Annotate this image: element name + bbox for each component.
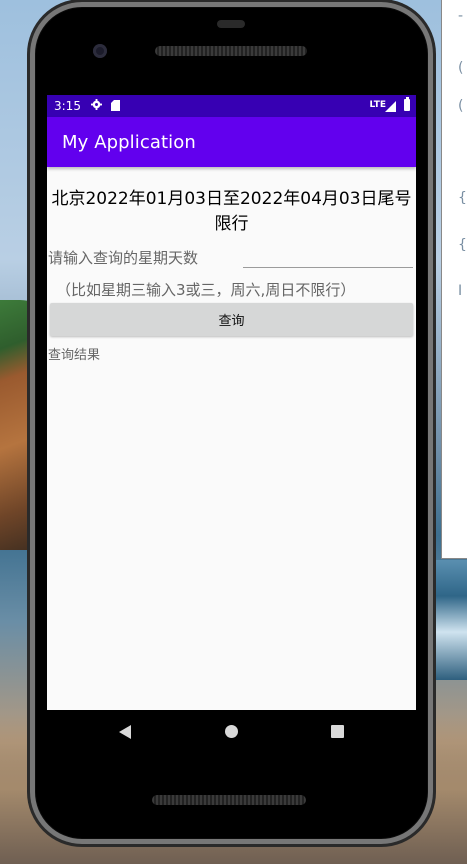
query-result-text: 查询结果 [48, 348, 101, 363]
network-type: LTE [369, 100, 386, 110]
recents-icon[interactable] [331, 725, 344, 738]
query-button[interactable]: 查询 [50, 303, 413, 336]
input-hint: （比如星期三输入3或三，周六,周日不限行） [56, 281, 356, 299]
signal-icon [385, 101, 396, 112]
status-bar: 3:15 LTE [47, 95, 416, 117]
background-window: - ( ( { { I [441, 0, 467, 559]
back-icon[interactable] [119, 725, 131, 739]
front-camera [93, 44, 107, 58]
device-screen: 3:15 LTE My Application 北京2022年01月03日至20… [47, 95, 416, 710]
weekday-input[interactable] [243, 246, 413, 268]
sd-card-icon [111, 100, 120, 111]
phone-frame: 3:15 LTE My Application 北京2022年01月03日至20… [30, 2, 433, 844]
app-toolbar: My Application [47, 117, 416, 167]
settings-icon [91, 99, 102, 110]
battery-icon [404, 97, 410, 111]
bottom-speaker-grille [152, 795, 306, 805]
restriction-headline: 北京2022年01月03日至2022年04月03日尾号限行 [51, 189, 412, 234]
weekday-prompt-label: 请输入查询的星期天数 [48, 249, 199, 267]
app-title: My Application [62, 132, 196, 153]
desktop-wallpaper-sea [427, 560, 467, 680]
earpiece [217, 20, 245, 28]
main-content: 北京2022年01月03日至2022年04月03日尾号限行 请输入查询的星期天数… [47, 167, 416, 710]
status-time: 3:15 [54, 99, 81, 113]
navigation-bar [47, 710, 416, 756]
home-icon[interactable] [225, 725, 238, 738]
top-speaker-grille [155, 46, 307, 56]
